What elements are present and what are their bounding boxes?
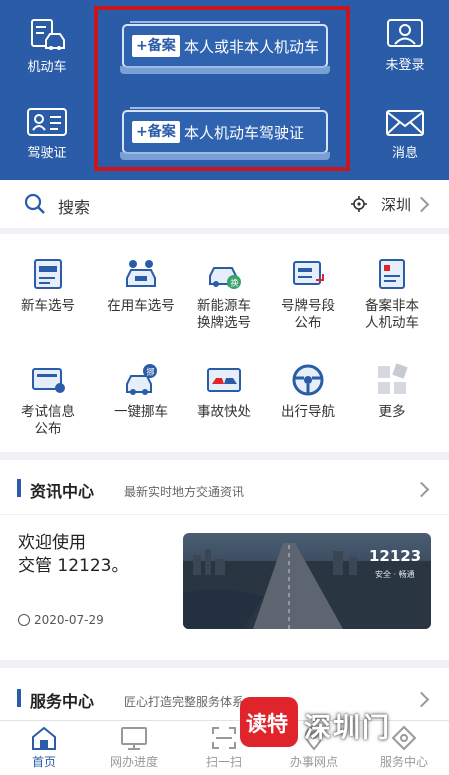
quick-service-grid: 新车选号 在用车选号换新能源车 换牌选号 号牌号段 公布 备案非本 人机动车 考试信息 … xyxy=(0,234,449,452)
tab-progress[interactable]: 网办进度 xyxy=(94,721,174,770)
quick-item[interactable]: 备案非本 人机动车 xyxy=(350,256,434,332)
quick-item-label: 备案非本 人机动车 xyxy=(365,298,419,331)
quick-item-label: 更多 xyxy=(378,404,406,420)
ev-plate-icon: 换 xyxy=(209,267,241,289)
svg-text:挪: 挪 xyxy=(147,367,155,377)
login-button[interactable]: 未登录 xyxy=(370,18,440,73)
quick-item[interactable]: 在用车选号 xyxy=(98,256,184,315)
tab-home[interactable]: 首页 xyxy=(4,721,84,770)
car-doc-icon xyxy=(31,19,65,50)
messages-button[interactable]: 消息 xyxy=(370,108,440,161)
svg-text:换: 换 xyxy=(231,278,239,288)
highlight-box xyxy=(94,6,350,171)
tab-label: 服务中心 xyxy=(379,755,428,769)
steering-wheel-icon xyxy=(292,364,324,396)
chevron-right-icon xyxy=(413,196,430,213)
quick-item-label: 一键挪车 xyxy=(114,404,168,420)
monitor-icon xyxy=(121,727,147,750)
messages-label: 消息 xyxy=(391,146,418,161)
news-subtitle: 最新实时地方交通资讯 xyxy=(124,485,245,499)
news-item-title[interactable]: 欢迎使用 交管 12123。 xyxy=(18,532,128,578)
news-title: 资讯中心 xyxy=(30,482,95,501)
more-icon xyxy=(378,363,408,394)
envelope-icon xyxy=(386,110,424,136)
watermark-badge: 读特 xyxy=(240,697,298,747)
tab-label: 办事网点 xyxy=(289,755,338,769)
search-label: 搜索 xyxy=(58,198,91,217)
search-bar[interactable]: 搜索 深圳 xyxy=(0,180,449,228)
motor-vehicle-label: 机动车 xyxy=(27,60,67,75)
license-card-icon xyxy=(27,108,67,136)
section-marker xyxy=(17,689,21,707)
quick-item-label: 出行导航 xyxy=(281,404,335,420)
news-item-date: 2020-07-29 xyxy=(34,613,104,627)
service-title: 服务中心 xyxy=(30,692,95,711)
tab-label: 首页 xyxy=(31,755,56,769)
register-other-car-icon xyxy=(379,259,405,289)
driver-license-label: 驾驶证 xyxy=(27,146,67,161)
quick-item[interactable]: 考试信息 公布 xyxy=(6,362,90,438)
accident-icon xyxy=(207,368,241,392)
quick-item-label: 事故快处 xyxy=(197,404,251,420)
quick-item[interactable]: 号牌号段 公布 xyxy=(266,256,350,332)
new-car-number-icon xyxy=(34,259,62,289)
tab-label: 扫一扫 xyxy=(205,755,242,769)
driver-license-button[interactable]: 驾驶证 xyxy=(12,106,82,161)
exam-info-icon xyxy=(32,368,65,393)
watermark-text: 深圳门 xyxy=(304,713,391,744)
city-selector[interactable]: 深圳 xyxy=(381,194,411,215)
news-section: 资讯中心 最新实时地方交通资讯 欢迎使用 交管 12123。 2020-07-2… xyxy=(0,460,449,660)
quick-item[interactable]: 事故快处 xyxy=(182,362,266,421)
quick-item[interactable]: 出行导航 xyxy=(266,362,350,421)
news-thumbnail[interactable]: 12123 安全 · 畅通 xyxy=(183,533,431,629)
quick-item[interactable]: 换新能源车 换牌选号 xyxy=(182,256,266,332)
quick-item-label: 新车选号 xyxy=(21,298,75,314)
login-label: 未登录 xyxy=(385,58,425,73)
image-subtitle: 安全 · 畅通 xyxy=(375,570,415,579)
divider xyxy=(0,514,449,515)
quick-item[interactable]: 挪一键挪车 xyxy=(98,362,184,421)
tab-label: 网办进度 xyxy=(109,755,158,769)
service-subtitle: 匠心打造完整服务体系 xyxy=(124,695,245,709)
move-car-icon: 挪 xyxy=(126,364,157,395)
user-icon xyxy=(387,19,423,47)
scan-icon xyxy=(212,727,236,749)
used-car-number-icon xyxy=(126,260,156,287)
image-title: 12123 xyxy=(369,547,422,565)
quick-item-label: 新能源车 换牌选号 xyxy=(197,298,251,331)
quick-item-label: 在用车选号 xyxy=(107,298,175,314)
search-icon xyxy=(24,193,45,214)
quick-item[interactable]: 新车选号 xyxy=(6,256,90,315)
quick-item[interactable]: 更多 xyxy=(350,362,434,421)
header: 机动车 驾驶证 未登录 消息 +备案 本人或非本人机动车 +备案 本人机动车驾驶… xyxy=(0,0,449,180)
plate-range-icon xyxy=(293,261,324,285)
home-icon xyxy=(32,726,56,750)
watermark-badge-text: 读特 xyxy=(246,712,288,736)
clock-icon xyxy=(18,614,30,626)
crosshair-icon xyxy=(351,196,367,212)
motor-vehicle-button[interactable]: 机动车 xyxy=(12,18,82,75)
chevron-right-icon[interactable] xyxy=(413,481,430,498)
watermark: 读特 深圳门 xyxy=(240,697,445,747)
quick-item-label: 考试信息 公布 xyxy=(21,404,75,437)
quick-item-label: 号牌号段 公布 xyxy=(281,298,335,331)
section-marker xyxy=(17,479,21,497)
